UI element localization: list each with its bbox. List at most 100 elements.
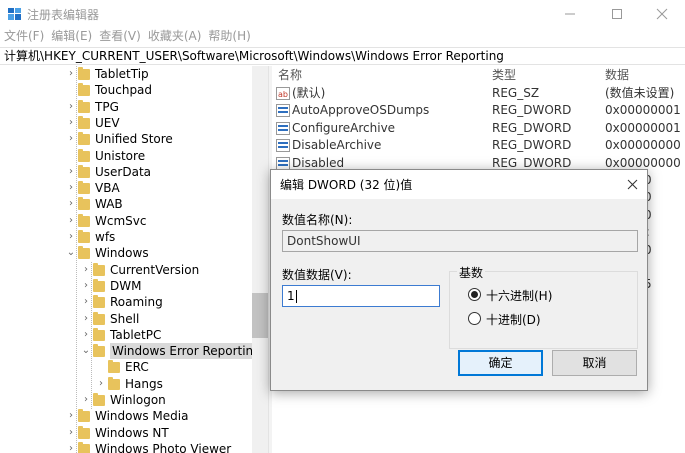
tree-item[interactable]: › UEV xyxy=(0,115,252,131)
folder-icon xyxy=(78,83,90,97)
chevron-right-icon[interactable]: › xyxy=(66,229,76,245)
tree-item[interactable]: › TPG xyxy=(0,99,252,115)
dec-radio[interactable] xyxy=(468,312,481,325)
tree-item[interactable]: › WcmSvc xyxy=(0,213,252,229)
hex-radio-label[interactable]: 十六进制(H) xyxy=(486,287,552,304)
folder-icon xyxy=(78,115,90,129)
tree-item-label: Unistore xyxy=(95,148,146,163)
tree-item-label: VBA xyxy=(95,181,120,196)
tree-item[interactable]: › Shell xyxy=(0,311,252,327)
value-name: DisableArchive xyxy=(292,138,382,153)
tree-item[interactable]: › Windows Media xyxy=(0,408,252,424)
tree-scroll-thumb[interactable] xyxy=(252,293,268,338)
chevron-right-icon[interactable]: › xyxy=(66,441,76,453)
dialog-close-icon[interactable] xyxy=(621,173,643,195)
column-header-type[interactable]: 类型 xyxy=(492,66,516,84)
value-data-input[interactable]: 1 xyxy=(282,285,440,307)
tree-item[interactable]: › CurrentVersion xyxy=(0,262,252,278)
menu-view[interactable]: 查看(V) xyxy=(99,28,141,46)
value-row[interactable]: DisableArchive REG_DWORD 0x00000000 (0 xyxy=(272,137,685,154)
tree-item[interactable]: › Windows NT xyxy=(0,425,252,441)
column-header-name[interactable]: 名称 xyxy=(278,66,302,84)
tree-scrollbar[interactable] xyxy=(252,66,268,453)
chevron-right-icon[interactable]: › xyxy=(81,294,91,310)
folder-icon xyxy=(78,132,90,146)
menu-edit[interactable]: 编辑(E) xyxy=(51,28,92,46)
close-icon[interactable] xyxy=(639,0,685,28)
chevron-right-icon[interactable]: › xyxy=(66,213,76,229)
chevron-right-icon[interactable]: › xyxy=(81,327,91,343)
menu-help[interactable]: 帮助(H) xyxy=(208,28,250,46)
menu-favorites[interactable]: 收藏夹(A) xyxy=(148,28,202,46)
chevron-right-icon[interactable]: › xyxy=(66,196,76,212)
tree-item[interactable]: › Unified Store xyxy=(0,131,252,147)
tree-item[interactable]: › wfs xyxy=(0,229,252,245)
tree-item-label: Windows NT xyxy=(95,425,169,440)
value-row[interactable]: AutoApproveOSDumps REG_DWORD 0x00000001 (1 xyxy=(272,102,685,119)
chevron-down-icon[interactable]: ⌄ xyxy=(66,245,76,261)
chevron-right-icon[interactable]: › xyxy=(66,99,76,115)
tree-item[interactable]: › Roaming xyxy=(0,294,252,310)
chevron-right-icon[interactable]: › xyxy=(81,392,91,408)
cancel-button[interactable]: 取消 xyxy=(552,350,637,376)
tree-item[interactable]: › DWM xyxy=(0,278,252,294)
tree-item[interactable]: › TabletPC xyxy=(0,327,252,343)
chevron-right-icon[interactable]: › xyxy=(96,376,106,392)
tree-item-label: UserData xyxy=(95,164,152,179)
tree-item[interactable]: › UserData xyxy=(0,164,252,180)
key-tree: › TabletTip Touchpad › TPG › UEV › Unified Store… xyxy=(0,66,268,453)
address-bar[interactable]: 计算机\HKEY_CURRENT_USER\Software\Microsoft… xyxy=(0,47,685,65)
chevron-right-icon[interactable]: › xyxy=(81,262,91,278)
folder-icon xyxy=(93,344,105,358)
hex-radio[interactable] xyxy=(468,288,481,301)
dec-radio-label[interactable]: 十进制(D) xyxy=(486,311,541,328)
chevron-right-icon[interactable]: › xyxy=(81,311,91,327)
value-type: REG_SZ xyxy=(492,86,540,100)
tree-item-label: wfs xyxy=(95,230,116,244)
tree-item[interactable]: › Winlogon xyxy=(0,392,252,408)
tree-item-label: Windows Photo Viewer xyxy=(95,441,232,453)
value-data: (数值未设置) xyxy=(605,86,675,100)
chevron-right-icon[interactable]: › xyxy=(66,66,76,82)
chevron-right-icon[interactable]: › xyxy=(66,425,76,441)
tree-item[interactable]: › Windows Photo Viewer xyxy=(0,441,252,453)
chevron-right-icon[interactable]: › xyxy=(81,278,91,294)
tree-item-label: DWM xyxy=(110,278,142,293)
value-name: AutoApproveOSDumps xyxy=(292,103,430,118)
value-row[interactable]: ConfigureArchive REG_DWORD 0x00000001 (1 xyxy=(272,120,685,137)
tree-item[interactable]: Unistore xyxy=(0,148,252,164)
tree-item-label: Windows Error Reporting xyxy=(110,343,263,360)
value-type: REG_DWORD xyxy=(492,103,572,118)
tree-item-label: Roaming xyxy=(110,295,163,310)
svg-text:ab: ab xyxy=(278,90,288,99)
tree-item[interactable]: › TabletTip xyxy=(0,66,252,82)
value-row[interactable]: ab (默认) REG_SZ (数值未设置) xyxy=(272,85,685,102)
folder-icon xyxy=(93,278,105,292)
chevron-right-icon[interactable]: › xyxy=(66,131,76,147)
tree-item[interactable]: ERC xyxy=(0,359,252,375)
tree-item[interactable]: › WAB xyxy=(0,196,252,212)
value-type: REG_DWORD xyxy=(492,138,572,153)
chevron-right-icon[interactable]: › xyxy=(66,115,76,131)
tree-item[interactable]: ⌄ Windows xyxy=(0,245,252,261)
menu-file[interactable]: 文件(F) xyxy=(4,28,44,46)
chevron-down-icon[interactable]: ⌄ xyxy=(81,343,91,359)
chevron-right-icon[interactable]: › xyxy=(66,164,76,180)
tree-item-label: ERC xyxy=(125,360,149,375)
tree-item[interactable]: › VBA xyxy=(0,180,252,196)
tree-item-label: TPG xyxy=(95,99,119,114)
tree-item[interactable]: Touchpad xyxy=(0,82,252,98)
tree-item-label: CurrentVersion xyxy=(110,262,200,277)
folder-icon xyxy=(93,327,105,341)
tree-item[interactable]: ⌄ Windows Error Reporting xyxy=(0,343,263,360)
folder-icon xyxy=(108,376,120,390)
chevron-right-icon[interactable]: › xyxy=(66,180,76,196)
ok-button[interactable]: 确定 xyxy=(458,350,543,376)
maximize-icon[interactable] xyxy=(594,0,640,28)
chevron-right-icon[interactable]: › xyxy=(66,408,76,424)
column-header-data[interactable]: 数据 xyxy=(605,66,629,84)
folder-icon xyxy=(78,197,90,211)
tree-item[interactable]: › Hangs xyxy=(0,376,252,392)
minimize-icon[interactable] xyxy=(547,0,593,28)
folder-icon xyxy=(78,230,90,243)
